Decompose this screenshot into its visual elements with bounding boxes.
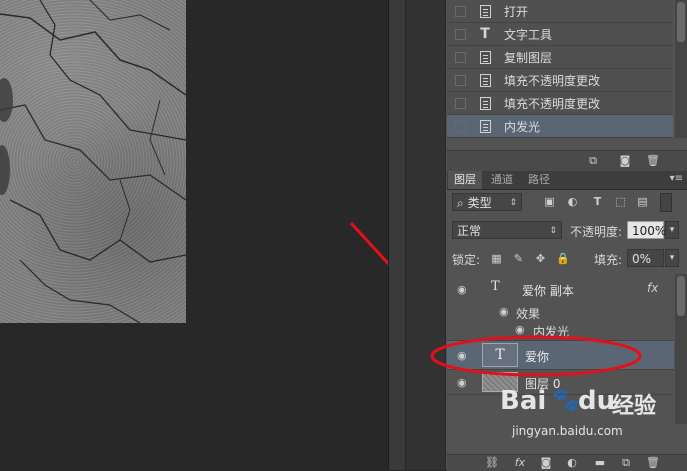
type-tool-icon: T (480, 26, 490, 42)
layers-panel-tabs: 图层 通道 路径 ▾≡ (447, 171, 687, 190)
visibility-eye-icon[interactable]: ◉ (457, 283, 467, 296)
history-snapshot-checkbox[interactable] (455, 51, 466, 63)
history-snapshot-checkbox[interactable] (455, 5, 466, 17)
blend-mode-select[interactable]: 正常 ⇕ (452, 221, 562, 239)
chevron-updown-icon: ⇕ (509, 198, 517, 208)
fill-dropdown-button[interactable]: ▾ (665, 249, 679, 267)
history-item[interactable]: 打开 (447, 0, 673, 23)
watermark-brand: Bai (500, 386, 547, 416)
pixel-filter-icon[interactable]: ▣ (543, 195, 556, 208)
effects-label: 效果 (516, 307, 541, 321)
fx-add-style-icon[interactable]: fx (513, 456, 527, 469)
document-canvas-area[interactable] (0, 0, 419, 470)
shape-filter-icon[interactable]: ⬚ (614, 195, 627, 208)
history-snapshot-checkbox[interactable] (455, 97, 466, 109)
smart-object-filter-icon[interactable]: ▤ (636, 195, 649, 208)
opacity-input[interactable]: 100% (627, 221, 666, 239)
baidu-jingyan-watermark: Bai 🐾 du 经验 jingyan.baidu.com (482, 384, 682, 444)
new-group-icon[interactable]: ▬ (593, 456, 607, 469)
history-item-label: 内发光 (504, 119, 541, 134)
history-item-label: 复制图层 (504, 50, 553, 65)
lock-label: 锁定: (452, 253, 481, 267)
camera-snapshot-icon[interactable]: ◙ (618, 154, 632, 167)
chevron-updown-icon: ⇕ (549, 226, 557, 236)
history-snapshot-checkbox[interactable] (455, 120, 466, 132)
new-layer-icon[interactable]: ⧉ (619, 456, 633, 469)
watermark-product: 经验 (612, 394, 657, 419)
history-item-label: 打开 (504, 4, 529, 19)
blend-mode-value: 正常 (457, 224, 482, 238)
layer-filter-kind-select[interactable]: ⌕ 类型 ⇕ (452, 193, 522, 211)
new-document-from-state-icon[interactable]: ⧉ (586, 154, 600, 167)
scroll-thumb[interactable] (677, 2, 685, 42)
effects-visibility-eye-icon[interactable]: ◉ (499, 305, 509, 318)
paw-logo-icon: 🐾 (552, 388, 580, 413)
lock-image-pixels-icon[interactable]: ✎ (512, 252, 525, 265)
history-item[interactable]: 填充不透明度更改 (447, 92, 673, 115)
type-filter-icon[interactable]: T (591, 195, 604, 208)
lock-all-icon[interactable]: 🔒 (556, 252, 570, 265)
history-item[interactable]: 复制图层 (447, 46, 673, 69)
tab-paths[interactable]: 路径 (522, 171, 556, 189)
document-icon (478, 49, 492, 65)
tab-layers[interactable]: 图层 (448, 171, 482, 189)
tab-channels[interactable]: 通道 (485, 171, 519, 189)
history-toolbar: ⧉ ◙ 🗑 (447, 150, 687, 171)
cracked-concrete-image (0, 0, 186, 323)
watermark-url: jingyan.baidu.com (512, 424, 623, 438)
history-item-label: 文字工具 (504, 27, 553, 42)
opacity-label: 不透明度: (570, 225, 623, 239)
history-snapshot-checkbox[interactable] (455, 28, 466, 40)
trash-icon[interactable]: 🗑 (646, 456, 660, 469)
watermark-brand-suffix: du (578, 386, 616, 416)
opacity-dropdown-button[interactable]: ▾ (665, 221, 679, 239)
adjustment-layer-icon[interactable]: ◐ (565, 456, 579, 469)
trash-icon[interactable]: 🗑 (646, 154, 660, 167)
history-list: 打开 T 文字工具 复制图层 填充不透明度更改 填充不透明度更改 内发光 (447, 0, 673, 138)
layer-name: 爱你 副本 (522, 284, 574, 298)
history-item-label: 填充不透明度更改 (504, 73, 601, 88)
panel-dock-gap (405, 0, 446, 470)
history-item[interactable]: 填充不透明度更改 (447, 69, 673, 92)
lock-transparent-pixels-icon[interactable]: ▦ (490, 252, 503, 265)
add-mask-icon[interactable]: ◙ (539, 456, 553, 469)
fill-label: 填充: (594, 253, 623, 267)
history-snapshot-checkbox[interactable] (455, 74, 466, 86)
red-ellipse-annotation (430, 335, 642, 377)
document-icon (478, 72, 492, 88)
text-layer-icon: T (491, 279, 500, 294)
lock-position-icon[interactable]: ✥ (534, 252, 547, 265)
document-icon (478, 3, 492, 19)
filter-kind-value: 类型 (467, 196, 492, 210)
layers-toolbar: ⛓ fx ◙ ◐ ▬ ⧉ 🗑 (447, 454, 687, 471)
scroll-thumb[interactable] (677, 276, 685, 316)
history-item-label: 填充不透明度更改 (504, 96, 601, 111)
canvas-vertical-scrollbar[interactable] (388, 0, 406, 470)
history-item-selected[interactable]: 内发光 (447, 115, 673, 138)
adjustment-filter-icon[interactable]: ◐ (566, 195, 579, 208)
search-icon: ⌕ (457, 196, 464, 210)
fill-input[interactable]: 0% (627, 249, 664, 267)
panel-menu-icon[interactable]: ▾≡ (670, 173, 683, 184)
history-item[interactable]: T 文字工具 (447, 23, 673, 46)
history-scrollbar[interactable] (675, 0, 687, 138)
link-layers-icon[interactable]: ⛓ (485, 456, 499, 469)
document-icon (478, 118, 492, 134)
fx-icon[interactable]: fx (647, 281, 658, 295)
document-icon (478, 95, 492, 111)
filter-toggle-switch[interactable] (660, 193, 672, 212)
